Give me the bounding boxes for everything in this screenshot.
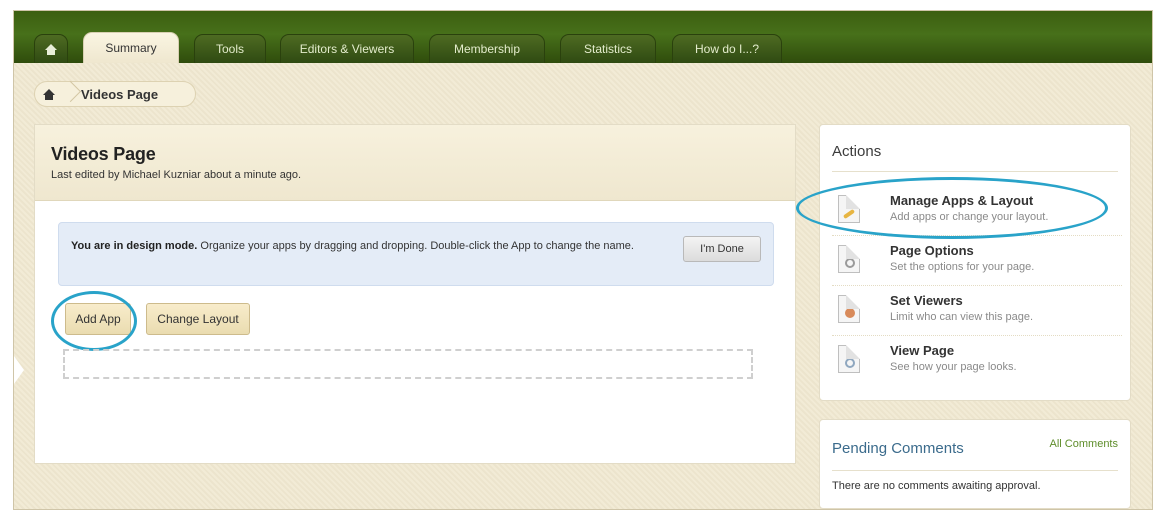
tab-tools-label: Tools (215, 42, 244, 56)
top-navigation-bar: Summary Tools Editors & Viewers Membersh… (14, 11, 1152, 63)
page-title: Videos Page (51, 144, 156, 164)
action-description: Add apps or change your layout. (890, 211, 1049, 223)
design-mode-text: You are in design mode. Organize your ap… (71, 237, 651, 255)
action-view-page[interactable]: View Page See how your page looks. (832, 337, 1122, 385)
action-description: See how your page looks. (890, 361, 1017, 373)
breadcrumb-separator (63, 81, 73, 107)
divider (832, 171, 1118, 172)
design-mode-bold: You are in design mode. (71, 240, 198, 252)
tab-membership-label: Membership (453, 42, 521, 56)
app-frame: Summary Tools Editors & Viewers Membersh… (13, 10, 1153, 510)
change-layout-button[interactable]: Change Layout (146, 303, 250, 335)
actions-panel: Actions Manage Apps & Layout Add apps or… (819, 124, 1131, 401)
magnifier-icon (838, 345, 860, 373)
side-panel-toggle-icon[interactable] (14, 356, 24, 384)
breadcrumb-home[interactable] (35, 89, 63, 100)
im-done-button[interactable]: I'm Done (683, 236, 761, 262)
add-app-button[interactable]: Add App (65, 303, 131, 335)
users-icon (838, 295, 860, 323)
tab-statistics[interactable]: Statistics (560, 34, 656, 63)
tab-home[interactable] (34, 34, 68, 63)
tab-summary[interactable]: Summary (83, 32, 179, 63)
gear-icon (838, 245, 860, 273)
action-set-viewers[interactable]: Set Viewers Limit who can view this page… (832, 287, 1122, 336)
action-label: Set Viewers (890, 293, 963, 308)
breadcrumb: Videos Page (34, 81, 196, 107)
tab-tools[interactable]: Tools (194, 34, 266, 63)
design-mode-description: Organize your apps by dragging and dropp… (197, 240, 634, 252)
home-icon (45, 44, 57, 55)
action-description: Limit who can view this page. (890, 311, 1034, 323)
actions-title: Actions (832, 143, 882, 160)
last-edited-text: Last edited by Michael Kuzniar about a m… (51, 169, 302, 181)
tab-how-do-i-label: How do I...? (694, 42, 760, 56)
breadcrumb-current: Videos Page (81, 86, 159, 102)
pending-comments-empty-text: There are no comments awaiting approval. (832, 480, 1041, 492)
action-description: Set the options for your page. (890, 261, 1035, 273)
action-page-options[interactable]: Page Options Set the options for your pa… (832, 237, 1122, 286)
design-mode-notice: You are in design mode. Organize your ap… (58, 222, 774, 286)
home-icon (43, 89, 55, 100)
divider (832, 470, 1118, 471)
app-drop-zone[interactable] (63, 349, 753, 379)
tab-summary-label: Summary (105, 41, 157, 55)
tab-how-do-i[interactable]: How do I...? (672, 34, 782, 63)
action-label: Page Options (890, 243, 974, 258)
all-comments-link[interactable]: All Comments (1050, 438, 1118, 450)
page-header: Videos Page Last edited by Michael Kuzni… (35, 125, 795, 201)
tab-membership[interactable]: Membership (429, 34, 545, 63)
tab-editors-viewers[interactable]: Editors & Viewers (280, 34, 414, 63)
pencil-icon (838, 195, 860, 223)
pending-comments-title: Pending Comments (832, 440, 964, 457)
tab-statistics-label: Statistics (583, 42, 632, 56)
action-manage-apps-layout[interactable]: Manage Apps & Layout Add apps or change … (832, 187, 1122, 236)
pending-comments-panel: Pending Comments All Comments There are … (819, 419, 1131, 509)
main-content-panel: Videos Page Last edited by Michael Kuzni… (34, 124, 796, 464)
action-label: Manage Apps & Layout (890, 193, 1034, 208)
action-label: View Page (890, 343, 955, 358)
tab-editors-viewers-label: Editors & Viewers (299, 42, 395, 56)
